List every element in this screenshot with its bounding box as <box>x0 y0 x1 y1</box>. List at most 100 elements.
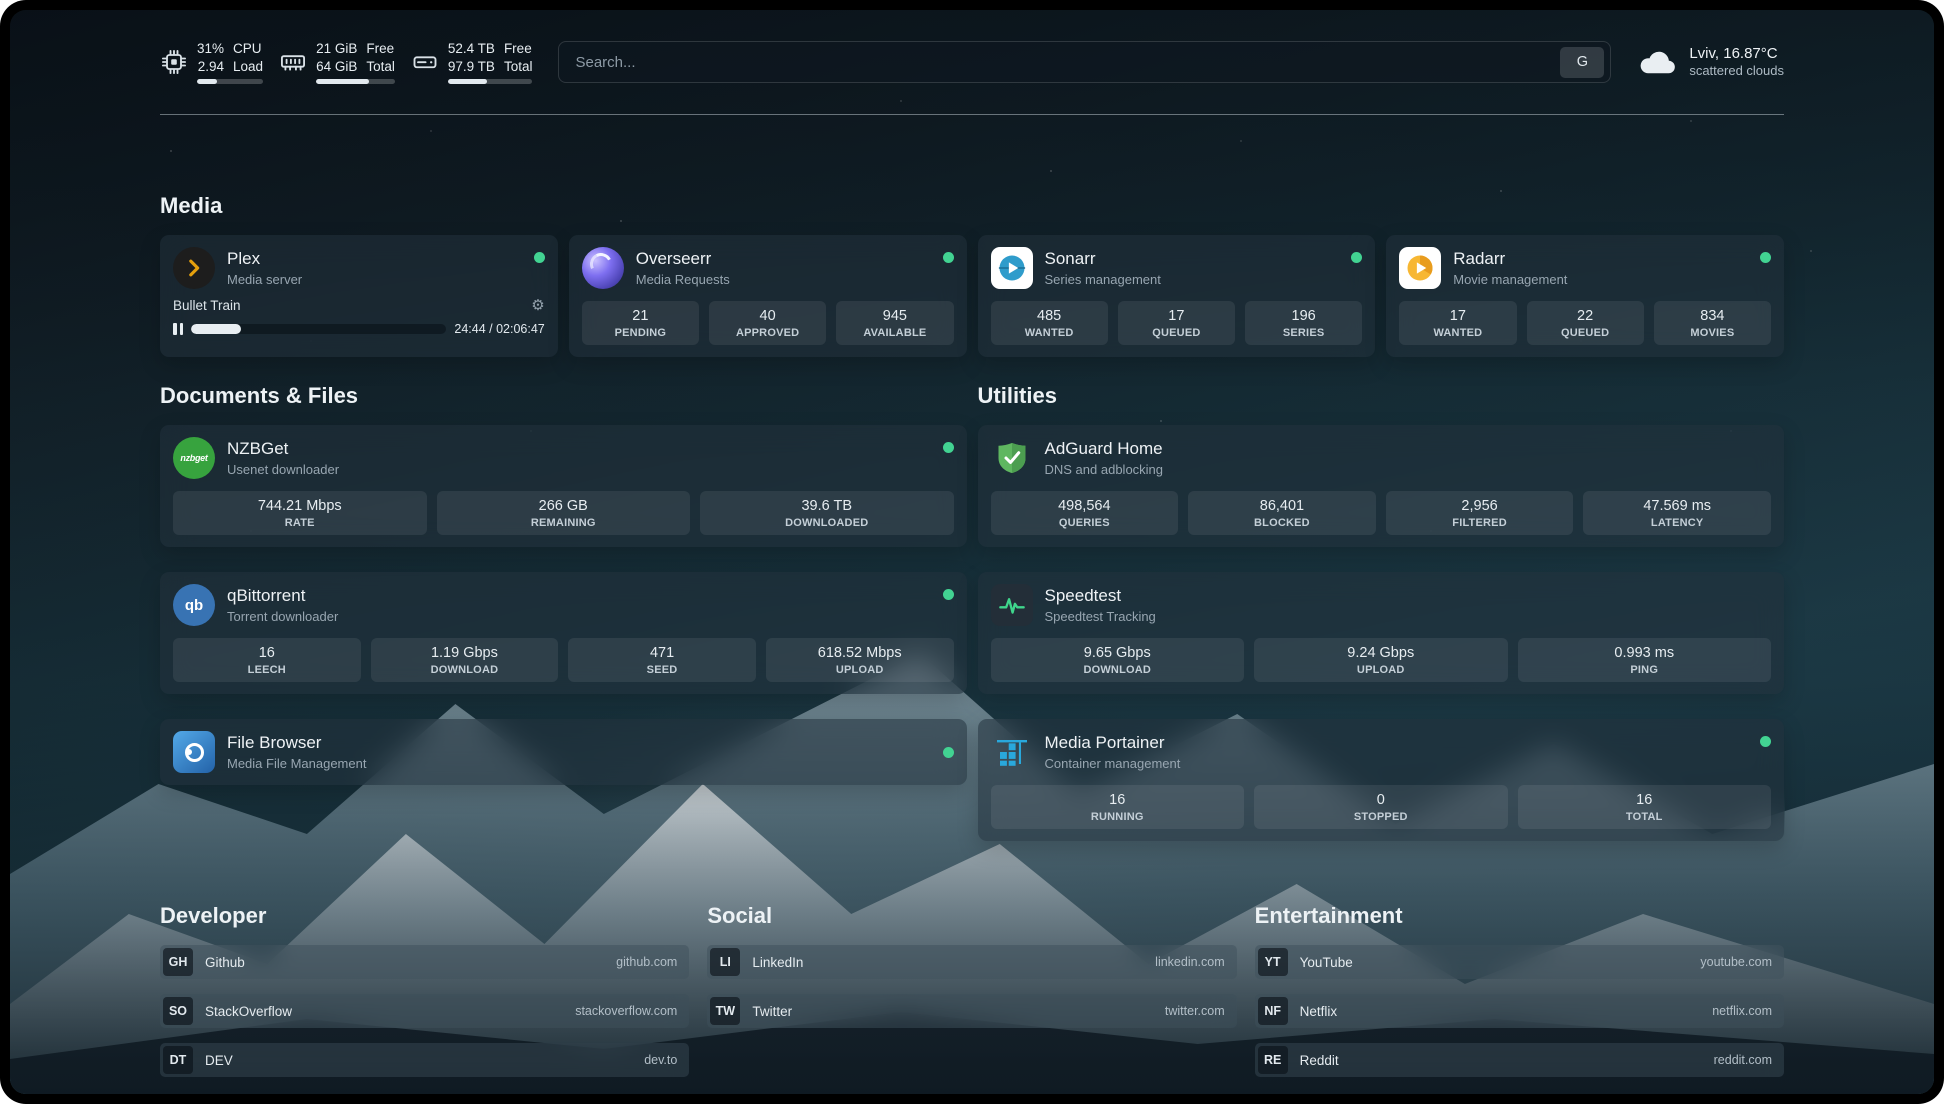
adguard-icon <box>991 437 1033 479</box>
search-bar: G <box>558 41 1611 83</box>
top-bar: 31% 2.94 CPU Load <box>160 10 1784 84</box>
weather-location: Lviv, 16.87°C <box>1689 44 1784 64</box>
stat-running: 16 RUNNING <box>991 785 1245 829</box>
service-description: Container management <box>1045 756 1181 771</box>
service-card-nzbget[interactable]: nzbget NZBGet Usenet downloader 744.21 M… <box>160 425 967 547</box>
service-name: Speedtest <box>1045 586 1156 606</box>
cpu-label-2: Load <box>233 58 263 76</box>
stat-filtered: 2,956 FILTERED <box>1386 491 1574 535</box>
status-dot <box>943 747 954 758</box>
section-title-entertainment: Entertainment <box>1255 903 1784 929</box>
cpu-load: 2.94 <box>198 58 224 76</box>
search-input[interactable] <box>573 53 1560 72</box>
playback-time: 24:44 / 02:06:47 <box>454 322 544 336</box>
gear-icon[interactable]: ⚙ <box>531 298 544 313</box>
resource-widgets: 31% 2.94 CPU Load <box>160 40 532 84</box>
service-name: Overseerr <box>636 249 730 269</box>
bookmark-stackoverflow[interactable]: SO StackOverflow stackoverflow.com <box>160 994 689 1028</box>
bookmark-netflix[interactable]: NF Netflix netflix.com <box>1255 994 1784 1028</box>
service-name: qBittorrent <box>227 586 338 606</box>
disk-total: 97.9 TB <box>448 58 495 76</box>
service-description: Speedtest Tracking <box>1045 609 1156 624</box>
weather-widget: Lviv, 16.87°C scattered clouds <box>1637 44 1784 80</box>
bookmark-url: reddit.com <box>1714 1053 1772 1067</box>
memory-icon <box>279 48 307 76</box>
bookmark-abbr: GH <box>163 948 193 976</box>
hard-drive-icon <box>411 48 439 76</box>
service-card-portainer[interactable]: Media Portainer Container management 16 … <box>978 719 1785 841</box>
disk-label-2: Total <box>504 58 533 76</box>
bookmark-url: github.com <box>616 955 677 969</box>
service-description: Media File Management <box>227 756 366 771</box>
memory-progress-bar <box>316 79 395 84</box>
service-card-sonarr[interactable]: Sonarr Series management 485 WANTED 17 Q… <box>978 235 1376 357</box>
service-card-plex[interactable]: Plex Media server Bullet Train ⚙ <box>160 235 558 357</box>
bookmark-name: Github <box>205 955 245 970</box>
memory-widget: 21 GiB 64 GiB Free Total <box>279 40 395 84</box>
section-title-developer: Developer <box>160 903 689 929</box>
bookmark-name: StackOverflow <box>205 1004 292 1019</box>
bookmark-abbr: NF <box>1258 997 1288 1025</box>
window-frame: 31% 2.94 CPU Load <box>0 0 1944 1104</box>
stat-rate: 744.21 Mbps RATE <box>173 491 427 535</box>
stat-upload: 618.52 Mbps UPLOAD <box>766 638 954 682</box>
cpu-progress-bar <box>197 79 263 84</box>
bookmark-group-developer: Developer GH Github github.com SO StackO… <box>160 903 689 1077</box>
service-description: Usenet downloader <box>227 462 339 477</box>
status-dot <box>1760 736 1771 747</box>
portainer-icon <box>991 731 1033 773</box>
disk-widget: 52.4 TB 97.9 TB Free Total <box>411 40 533 84</box>
speedtest-icon <box>991 584 1033 626</box>
service-card-speedtest[interactable]: Speedtest Speedtest Tracking 9.65 Gbps D… <box>978 572 1785 694</box>
service-description: Series management <box>1045 272 1161 287</box>
bookmark-url: dev.to <box>644 1053 677 1067</box>
bookmark-url: netflix.com <box>1712 1004 1772 1018</box>
stat-download: 9.65 Gbps DOWNLOAD <box>991 638 1245 682</box>
cpu-widget: 31% 2.94 CPU Load <box>160 40 263 84</box>
service-card-filebrowser[interactable]: File Browser Media File Management <box>160 719 967 785</box>
service-description: Media server <box>227 272 302 287</box>
overseerr-icon <box>582 247 624 289</box>
service-card-radarr[interactable]: Radarr Movie management 17 WANTED 22 QUE… <box>1386 235 1784 357</box>
bookmark-abbr: TW <box>710 997 740 1025</box>
disk-label-1: Free <box>504 40 532 58</box>
status-dot <box>943 589 954 600</box>
bookmark-dev[interactable]: DT DEV dev.to <box>160 1043 689 1077</box>
stat-stopped: 0 STOPPED <box>1254 785 1508 829</box>
status-dot <box>1760 252 1771 263</box>
stat-available: 945 AVAILABLE <box>836 301 953 345</box>
cpu-percent: 31% <box>197 40 224 58</box>
utilities-column: Utilities AdGuard Home <box>978 383 1785 841</box>
service-description: Media Requests <box>636 272 730 287</box>
service-card-qbittorrent[interactable]: qb qBittorrent Torrent downloader 16 LEE… <box>160 572 967 694</box>
bookmark-reddit[interactable]: RE Reddit reddit.com <box>1255 1043 1784 1077</box>
playback-progress-bar <box>191 324 446 334</box>
sonarr-icon <box>991 247 1033 289</box>
bookmark-name: Twitter <box>752 1004 792 1019</box>
stat-ping: 0.993 ms PING <box>1518 638 1772 682</box>
service-name: Plex <box>227 249 302 269</box>
bookmark-url: stackoverflow.com <box>575 1004 677 1018</box>
stat-movies: 834 MOVIES <box>1654 301 1771 345</box>
bookmark-linkedin[interactable]: LI LinkedIn linkedin.com <box>707 945 1236 979</box>
dashboard-page: 31% 2.94 CPU Load <box>10 10 1934 1094</box>
memory-free: 21 GiB <box>316 40 357 58</box>
stat-upload: 9.24 Gbps UPLOAD <box>1254 638 1508 682</box>
service-description: Torrent downloader <box>227 609 338 624</box>
bookmark-github[interactable]: GH Github github.com <box>160 945 689 979</box>
stat-seed: 471 SEED <box>568 638 756 682</box>
service-card-overseerr[interactable]: Overseerr Media Requests 21 PENDING 40 A… <box>569 235 967 357</box>
stat-wanted: 485 WANTED <box>991 301 1108 345</box>
service-card-adguard[interactable]: AdGuard Home DNS and adblocking 498,564 … <box>978 425 1785 547</box>
search-provider-button[interactable]: G <box>1560 47 1604 78</box>
stat-latency: 47.569 ms LATENCY <box>1583 491 1771 535</box>
weather-condition: scattered clouds <box>1689 63 1784 80</box>
service-description: DNS and adblocking <box>1045 462 1164 477</box>
nzbget-icon: nzbget <box>173 437 215 479</box>
bookmark-twitter[interactable]: TW Twitter twitter.com <box>707 994 1236 1028</box>
bookmark-youtube[interactable]: YT YouTube youtube.com <box>1255 945 1784 979</box>
filebrowser-icon <box>173 731 215 773</box>
stat-total: 16 TOTAL <box>1518 785 1772 829</box>
stat-blocked: 86,401 BLOCKED <box>1188 491 1376 535</box>
topbar-divider <box>160 114 1784 115</box>
